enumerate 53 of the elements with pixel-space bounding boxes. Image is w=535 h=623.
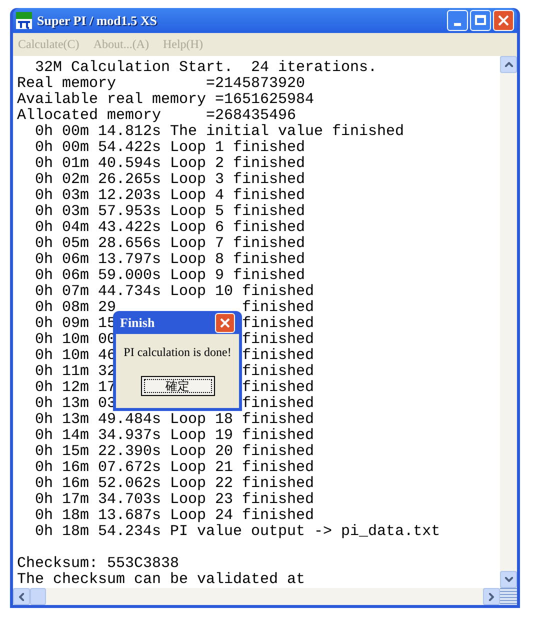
output-line-end: finished: [242, 332, 314, 348]
output-line: 0h 04m 43.422s Loop 6 finished: [34, 220, 306, 236]
output-line: 0h 15m 22.390s Loop 20 finished: [34, 444, 314, 460]
scroll-up-button[interactable]: [500, 56, 517, 73]
output-line: Real memory =2145873920: [17, 76, 306, 92]
vertical-scrollbar[interactable]: [500, 56, 517, 588]
minimize-button[interactable]: [447, 10, 468, 31]
output-line-end: finished: [242, 396, 314, 412]
output-line: Allocated memory =268435496: [17, 108, 296, 124]
minimize-icon: [454, 22, 461, 26]
scroll-left-button[interactable]: [13, 588, 30, 605]
output-line: 0h 16m 52.062s Loop 22 finished: [34, 476, 314, 492]
size-grip-icon[interactable]: [500, 588, 517, 605]
close-icon: [498, 14, 509, 26]
output-line: The checksum can be validated at: [17, 572, 306, 588]
output-line-end: finished: [242, 300, 314, 316]
output-line: 0h 08m 29: [34, 300, 116, 316]
dialog-title: Finish: [120, 314, 155, 332]
output-line: 0h 18m 13.687s Loop 24 finished: [34, 508, 314, 524]
scroll-thumb[interactable]: [30, 588, 46, 605]
output-line: 0h 05m 28.656s Loop 7 finished: [34, 236, 306, 252]
scroll-down-button[interactable]: [500, 571, 517, 588]
maximize-icon: [475, 15, 486, 26]
output-line: 0h 03m 12.203s Loop 4 finished: [34, 188, 306, 204]
output-line: 0h 17m 34.703s Loop 23 finished: [34, 492, 314, 508]
output-line: 0h 14m 34.937s Loop 19 finished: [34, 428, 314, 444]
ok-button[interactable]: 確定: [140, 376, 214, 396]
close-button[interactable]: [493, 10, 514, 31]
output-line-end: finished: [242, 316, 314, 332]
output-line: 0h 18m 54.234s PI value output -> pi_data.txt: [34, 524, 440, 540]
output-line: 0h 07m 44.734s Loop 10 finished: [34, 284, 314, 300]
dialog-close-button[interactable]: [215, 312, 235, 332]
output-line: 0h 06m 13.797s Loop 8 finished: [34, 252, 306, 268]
output-line: 0h 00m 14.812s The initial value finished: [34, 124, 404, 140]
output-line: 0h 02m 26.265s Loop 3 finished: [34, 172, 306, 188]
close-icon: [220, 318, 230, 328]
scroll-right-button[interactable]: [483, 588, 500, 605]
window-title: Super PI / mod1.5 XS: [37, 12, 158, 30]
output-line: 0h 03m 57.953s Loop 5 finished: [34, 204, 306, 220]
output-line-end: finished: [242, 380, 314, 396]
app-logo-icon: [16, 12, 32, 29]
output-line: 0h 01m 40.594s Loop 2 finished: [34, 156, 306, 172]
output-line: 0h 16m 07.672s Loop 21 finished: [34, 460, 314, 476]
output-line: 0h 13m 49.484s Loop 18 finished: [34, 412, 314, 428]
dialog-message: PI calculation is done!: [124, 344, 232, 361]
output-line: Available real memory =1651625984: [17, 92, 314, 108]
output-line-end: finished: [242, 348, 314, 364]
output-line: 0h 06m 59.000s Loop 9 finished: [34, 268, 306, 284]
output-line: 32M Calculation Start. 24 iterations.: [34, 60, 378, 76]
output-line: Checksum: 553C3838: [17, 556, 180, 572]
output-line-end: finished: [242, 364, 314, 380]
output-line: 0h 00m 54.422s Loop 1 finished: [34, 140, 306, 156]
maximize-button[interactable]: [470, 10, 491, 31]
